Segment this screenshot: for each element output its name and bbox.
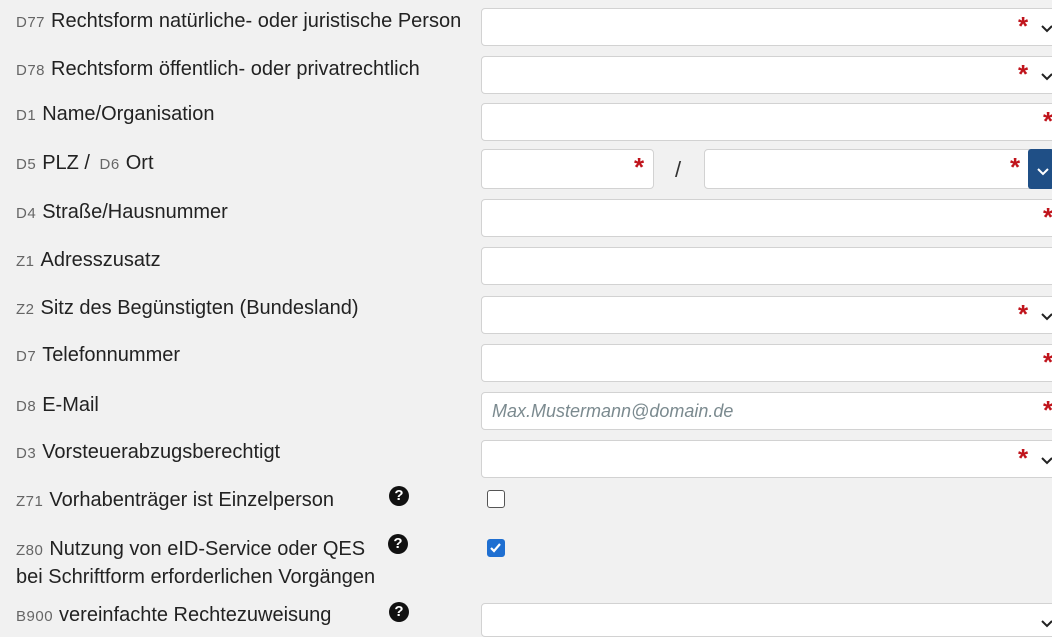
field-code: D78 <box>16 62 46 79</box>
field-code: D4 <box>16 205 37 222</box>
field-label: Straße/Hausnummer <box>42 201 228 223</box>
eid-service-checkbox[interactable] <box>487 539 505 557</box>
required-marker: * <box>1010 152 1021 182</box>
chevron-down-icon <box>1040 610 1052 632</box>
name-input[interactable]: * <box>481 103 1052 141</box>
help-icon[interactable]: ? <box>389 486 409 506</box>
required-marker: * <box>1043 347 1052 377</box>
field-code: D3 <box>16 445 37 462</box>
label-rechtezuweisung: B900 vereinfachte Rechtezuweisung <box>16 604 331 627</box>
separator: / <box>675 157 682 182</box>
field-code: D5 <box>16 156 37 173</box>
label-einzelperson: Z71 Vorhabenträger ist Einzelperson <box>16 489 334 512</box>
required-marker: * <box>634 152 645 182</box>
label-telefon: D7 Telefonnummer <box>16 344 180 367</box>
field-label: Ort <box>125 152 154 174</box>
field-label: Rechtsform öffentlich- oder privatrechtl… <box>51 58 420 80</box>
plz-input[interactable]: * <box>481 149 654 189</box>
ort-dropdown-button[interactable] <box>1028 149 1052 189</box>
chevron-down-icon <box>1040 447 1052 469</box>
field-code: B900 <box>16 608 54 625</box>
field-code: Z80 <box>16 542 44 559</box>
required-marker: * <box>1018 59 1029 89</box>
field-label: Nutzung von eID-Service oder QES <box>49 538 366 560</box>
label-vorsteuer: D3 Vorsteuerabzugsberechtigt <box>16 441 280 464</box>
rechtsform-person-select[interactable]: * <box>481 8 1052 46</box>
label-sitz: Z2 Sitz des Begünstigten (Bundesland) <box>16 297 359 320</box>
strasse-input[interactable]: * <box>481 199 1052 237</box>
required-marker: * <box>1043 106 1052 136</box>
label-name: D1 Name/Organisation <box>16 103 215 126</box>
field-code: D7 <box>16 348 37 365</box>
required-marker: * <box>1043 202 1052 232</box>
field-code: Z71 <box>16 493 44 510</box>
field-code: D1 <box>16 107 37 124</box>
chevron-down-icon <box>1036 158 1050 180</box>
required-marker: * <box>1018 299 1029 329</box>
field-code: D77 <box>16 14 46 31</box>
einzelperson-checkbox[interactable] <box>487 490 505 508</box>
rechtsform-recht-select[interactable]: * <box>481 56 1052 94</box>
email-placeholder: Max.Mustermann@domain.de <box>492 401 734 421</box>
adresszusatz-input[interactable] <box>481 247 1052 285</box>
field-code: D8 <box>16 398 37 415</box>
help-icon[interactable]: ? <box>388 534 408 554</box>
field-label: vereinfachte Rechtezuweisung <box>59 604 332 626</box>
label-eid-service: Z80 Nutzung von eID-Service oder QES <box>16 538 365 561</box>
chevron-down-icon <box>1040 15 1052 37</box>
label-rechtsform-person: D77 Rechtsform natürliche- oder juristisc… <box>16 10 461 33</box>
required-marker: * <box>1018 11 1029 41</box>
telefon-input[interactable]: * <box>481 344 1052 382</box>
chevron-down-icon <box>1040 303 1052 325</box>
field-label: PLZ / <box>42 152 90 174</box>
field-code: Z2 <box>16 301 35 318</box>
field-label: Adresszusatz <box>40 249 161 271</box>
field-label: Vorhabenträger ist Einzelperson <box>49 489 334 511</box>
field-label: E-Mail <box>42 394 99 416</box>
field-label: Sitz des Begünstigten (Bundesland) <box>40 297 359 319</box>
email-input[interactable]: Max.Mustermann@domain.de * <box>481 392 1052 430</box>
rechtezuweisung-select[interactable] <box>481 603 1052 637</box>
required-marker: * <box>1043 395 1052 425</box>
field-code: D6 <box>99 156 120 173</box>
label-adresszusatz: Z1 Adresszusatz <box>16 249 161 272</box>
label-strasse: D4 Straße/Hausnummer <box>16 201 228 224</box>
field-label: Rechtsform natürliche- oder juristische … <box>51 10 462 32</box>
chevron-down-icon <box>1040 63 1052 85</box>
vorsteuer-select[interactable]: * <box>481 440 1052 478</box>
check-icon <box>490 543 501 553</box>
field-label: Name/Organisation <box>42 103 215 125</box>
ort-input[interactable]: * <box>704 149 1034 189</box>
field-label: Vorsteuerabzugsberechtigt <box>42 441 281 463</box>
help-icon[interactable]: ? <box>389 602 409 622</box>
label-rechtsform-recht: D78 Rechtsform öffentlich- oder privatrec… <box>16 58 420 81</box>
label-email: D8 E-Mail <box>16 394 99 417</box>
label-plz-ort: D5 PLZ / D6 Ort <box>16 152 154 175</box>
label-eid-service-line2: bei Schriftform erforderlichen Vorgängen <box>16 566 376 588</box>
field-label: Telefonnummer <box>42 344 181 366</box>
sitz-select[interactable]: * <box>481 296 1052 334</box>
required-marker: * <box>1018 443 1029 473</box>
field-code: Z1 <box>16 253 35 270</box>
